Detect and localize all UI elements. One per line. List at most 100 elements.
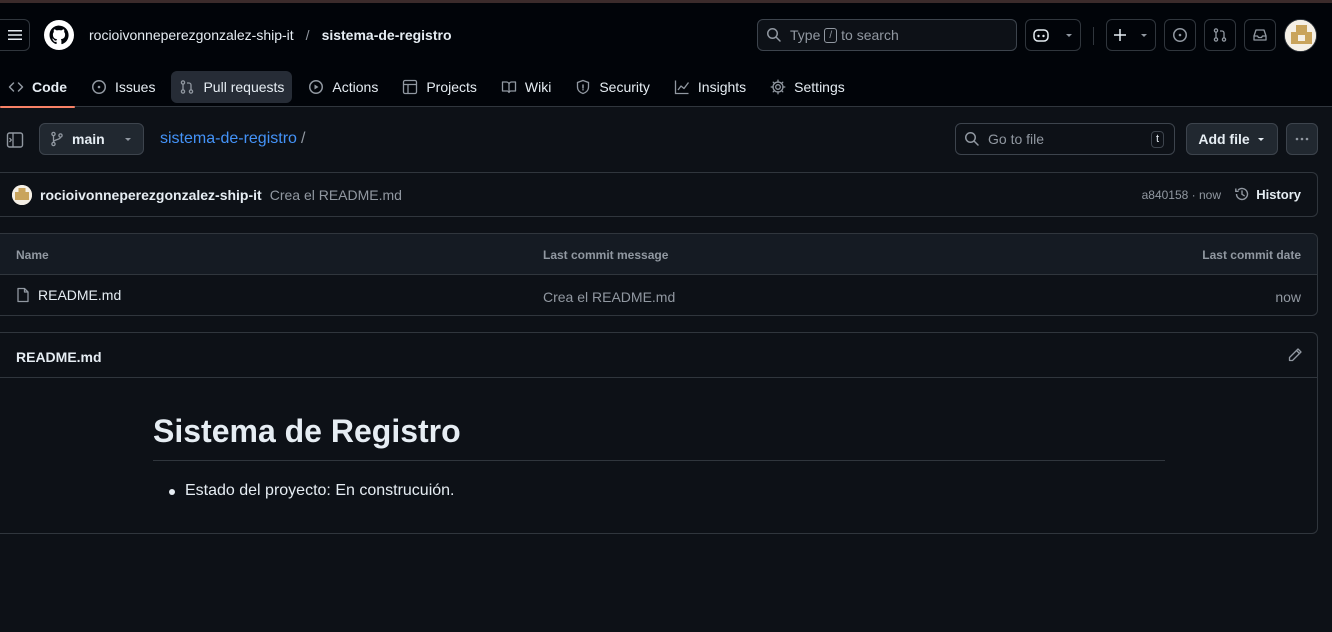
tab-label: Projects (426, 79, 477, 95)
list-bullet (169, 489, 175, 495)
file-commit-message-link[interactable]: Crea el README.md (543, 289, 675, 305)
path-separator: / (300, 130, 306, 147)
sidebar-expand-icon[interactable] (6, 131, 24, 149)
hamburger-icon (7, 30, 22, 40)
commit-author-avatar[interactable] (12, 184, 32, 205)
file-commit-date: now (1275, 289, 1301, 305)
avatar-identicon-icon (1285, 20, 1316, 51)
pencil-icon[interactable] (1287, 347, 1303, 363)
repo-nav-tabs: Code Issues Pull requests Actions Projec… (0, 67, 861, 108)
history-label: History (1256, 186, 1301, 202)
git-branch-icon (51, 131, 63, 147)
search-icon (965, 132, 979, 146)
readme-heading: Sistema de Registro (153, 413, 1165, 461)
column-commit-date-header: Last commit date (1202, 248, 1301, 262)
search-prefix-text: Type (790, 27, 821, 43)
graph-icon (674, 80, 689, 95)
tab-label: Settings (794, 79, 845, 95)
code-icon (8, 82, 24, 92)
global-header: rocioivonneperezgonzalez-ship-it / siste… (0, 3, 1332, 108)
create-new-button[interactable] (1106, 19, 1156, 51)
tab-actions[interactable]: Actions (300, 71, 386, 103)
file-list-table: Name Last commit message Last commit dat… (0, 233, 1318, 316)
issue-icon (92, 80, 106, 94)
tab-wiki[interactable]: Wiki (493, 71, 559, 103)
commit-hash-and-time[interactable]: a840158 · now (1142, 188, 1221, 202)
file-name-cell[interactable]: README.md (16, 287, 121, 303)
avatar-identicon-icon (12, 184, 32, 205)
go-to-file-input[interactable]: Go to file t (955, 123, 1175, 155)
inbox-icon (1253, 29, 1267, 41)
menu-button[interactable] (0, 19, 30, 51)
pull-request-icon (1213, 28, 1227, 42)
chevron-down-icon[interactable] (1064, 30, 1074, 40)
tab-projects[interactable]: Projects (394, 71, 485, 103)
commit-message-link[interactable]: Crea el README.md (270, 187, 402, 203)
table-icon (403, 79, 418, 95)
repo-link[interactable]: sistema-de-registro (322, 27, 452, 43)
tab-code[interactable]: Code (0, 71, 75, 108)
tab-issues[interactable]: Issues (83, 71, 163, 103)
chevron-down-icon (125, 138, 131, 141)
chevron-down-icon (1141, 34, 1147, 37)
table-row[interactable]: README.md Crea el README.md now (0, 275, 1317, 315)
readme-header: README.md (0, 333, 1317, 378)
column-commit-message-header: Last commit message (543, 248, 669, 262)
search-shortcut-key: / (824, 27, 838, 43)
owner-link[interactable]: rocioivonneperezgonzalez-ship-it (89, 27, 294, 43)
tab-pull-requests[interactable]: Pull requests (171, 71, 293, 103)
your-issues-button[interactable] (1164, 19, 1196, 51)
more-options-button[interactable] (1286, 123, 1318, 155)
tab-label: Wiki (524, 79, 552, 95)
copilot-icon (1033, 29, 1049, 42)
file-icon (17, 287, 29, 303)
readme-panel: README.md Sistema de Registro Estado del… (0, 332, 1318, 534)
history-icon (1235, 187, 1249, 201)
user-avatar[interactable] (1284, 19, 1317, 52)
notifications-button[interactable] (1244, 19, 1276, 51)
search-icon (767, 28, 781, 42)
header-divider (1093, 27, 1094, 45)
path-repo-link[interactable]: sistema-de-registro (160, 130, 297, 147)
tab-label: Insights (697, 79, 747, 95)
tab-insights[interactable]: Insights (666, 71, 754, 103)
commit-author-link[interactable]: rocioivonneperezgonzalez-ship-it (40, 187, 262, 203)
tab-label: Issues (115, 79, 156, 95)
copilot-button[interactable] (1025, 19, 1081, 51)
list-item: Estado del proyecto: En construcuión. (185, 482, 455, 499)
tab-label: Actions (332, 79, 379, 95)
shield-icon (577, 79, 590, 95)
github-logo-icon[interactable] (43, 19, 75, 51)
your-pull-requests-button[interactable] (1204, 19, 1236, 51)
branch-name: main (72, 131, 105, 147)
search-suffix-text: to search (841, 27, 899, 43)
global-search-input[interactable]: Type / to search (757, 19, 1017, 51)
repo-breadcrumb: rocioivonneperezgonzalez-ship-it / siste… (89, 27, 452, 43)
file-name-link[interactable]: README.md (38, 287, 121, 303)
go-to-file-shortcut-key: t (1150, 131, 1164, 148)
tab-label: Code (32, 79, 67, 95)
latest-commit-box: rocioivonneperezgonzalez-ship-it Crea el… (0, 172, 1318, 217)
readme-file-name[interactable]: README.md (16, 349, 102, 365)
plus-icon (1114, 29, 1126, 41)
file-path-breadcrumb: sistema-de-registro / (160, 130, 305, 148)
tab-label: Pull requests (203, 79, 285, 95)
add-file-label: Add file (1198, 131, 1250, 147)
readme-list: Estado del proyecto: En construcuión. (169, 482, 455, 500)
kebab-horizontal-icon (1295, 137, 1309, 141)
gear-icon (770, 79, 786, 95)
history-button[interactable]: History (1234, 186, 1301, 202)
breadcrumb-separator: / (305, 27, 310, 43)
play-icon (309, 80, 324, 94)
branch-selector-button[interactable]: main (39, 123, 144, 155)
tab-label: Security (599, 79, 650, 95)
table-header: Name Last commit message Last commit dat… (0, 234, 1317, 275)
tab-settings[interactable]: Settings (762, 71, 853, 103)
issue-icon (1173, 28, 1187, 42)
chevron-down-icon (1257, 138, 1264, 141)
book-icon (501, 81, 517, 94)
add-file-button[interactable]: Add file (1186, 123, 1278, 155)
go-to-file-placeholder: Go to file (988, 131, 1045, 147)
column-name-header: Name (16, 248, 49, 262)
tab-security[interactable]: Security (567, 71, 658, 103)
